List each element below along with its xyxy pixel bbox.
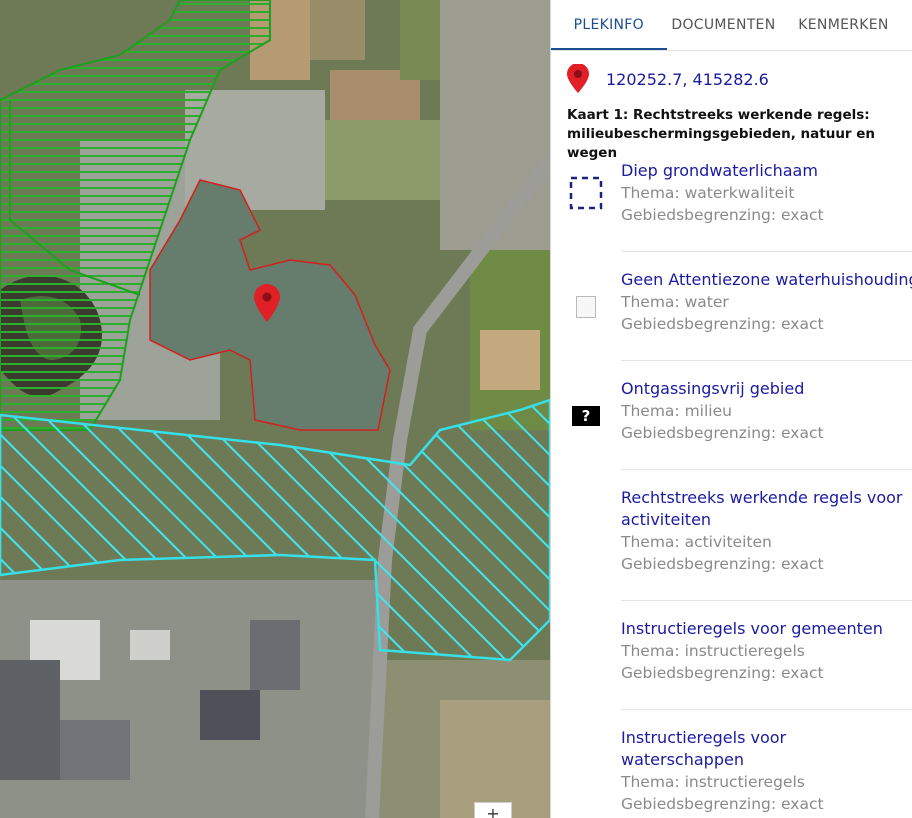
- tab-kenmerken[interactable]: KENMERKEN: [780, 0, 912, 50]
- tab-plekinfo[interactable]: PLEKINFO: [551, 0, 667, 50]
- item-begrenzing: Gebiedsbegrenzing: exact: [621, 206, 824, 224]
- item-thema: Thema: milieu: [621, 402, 732, 420]
- image-placeholder-icon: [576, 296, 596, 318]
- divider: [621, 600, 912, 601]
- map-pin-icon: [567, 64, 589, 93]
- divider: [621, 360, 912, 361]
- dashed-square-icon: [569, 176, 603, 210]
- item-thema: Thema: instructieregels: [621, 773, 805, 791]
- location-row: 120252.7, 415282.6: [567, 64, 769, 94]
- item-begrenzing: Gebiedsbegrenzing: exact: [621, 795, 824, 813]
- item-begrenzing: Gebiedsbegrenzing: exact: [621, 664, 824, 682]
- kaart-title: Kaart 1: Rechtstreeks werkende regels: m…: [567, 107, 876, 161]
- item-begrenzing: Gebiedsbegrenzing: exact: [621, 424, 824, 442]
- zoom-in-button[interactable]: +: [474, 802, 512, 818]
- item-thema: Thema: instructieregels: [621, 642, 805, 660]
- info-panel: PLEKINFO DOCUMENTEN KENMERKEN 120252.7, …: [550, 0, 912, 818]
- item-title-link[interactable]: Diep grondwaterlichaam: [621, 160, 912, 182]
- item-begrenzing: Gebiedsbegrenzing: exact: [621, 555, 824, 573]
- item-title-link[interactable]: Rechtstreeks werkende regels voor activi…: [621, 487, 912, 531]
- item-title-link[interactable]: Instructieregels voor gemeenten: [621, 618, 912, 640]
- tab-bar: PLEKINFO DOCUMENTEN KENMERKEN: [551, 0, 912, 51]
- question-mark-icon: ?: [572, 406, 600, 426]
- map-view[interactable]: +: [0, 0, 550, 818]
- item-begrenzing: Gebiedsbegrenzing: exact: [621, 315, 824, 333]
- divider: [621, 251, 912, 252]
- item-title-link[interactable]: Geen Attentiezone waterhuishouding: [621, 269, 912, 291]
- tab-documenten[interactable]: DOCUMENTEN: [667, 0, 781, 50]
- item-thema: Thema: activiteiten: [621, 533, 772, 551]
- divider: [621, 709, 912, 710]
- coordinates-text: 120252.7, 415282.6: [606, 69, 769, 89]
- aerial-map[interactable]: [0, 0, 550, 818]
- item-thema: Thema: waterkwaliteit: [621, 184, 795, 202]
- divider: [621, 469, 912, 470]
- item-thema: Thema: water: [621, 293, 729, 311]
- item-title-link[interactable]: Instructieregels voor waterschappen: [621, 727, 912, 771]
- item-title-link[interactable]: Ontgassingsvrij gebied: [621, 378, 912, 400]
